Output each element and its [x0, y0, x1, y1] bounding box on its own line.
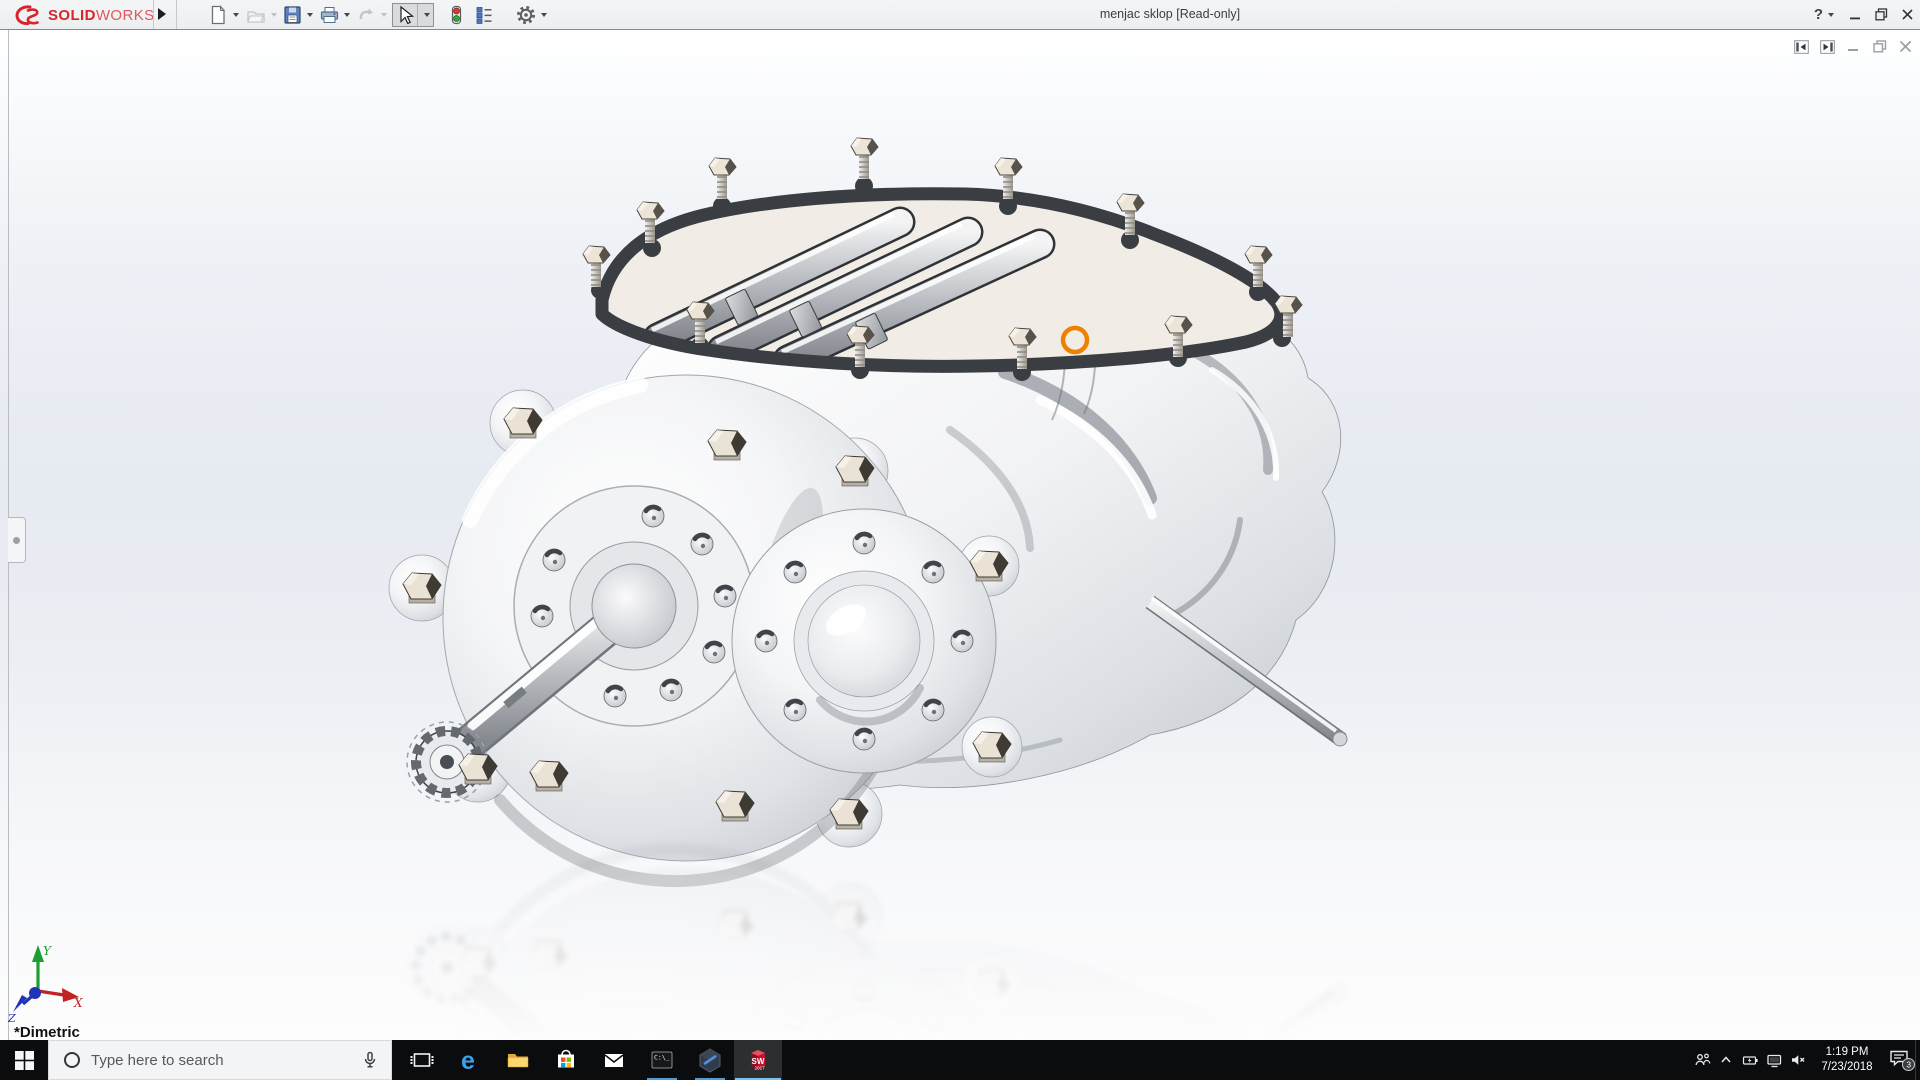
print-dropdown-caret[interactable] [344, 13, 350, 17]
feature-panel-collapsed-tab[interactable] [8, 517, 26, 563]
svg-text:3: 3 [1906, 1060, 1911, 1070]
hidden-icons-chevron[interactable] [1714, 1040, 1738, 1080]
separator [153, 0, 154, 29]
taskbar-search[interactable] [48, 1040, 392, 1080]
help-button[interactable]: ? [1806, 6, 1825, 23]
store-button[interactable] [542, 1040, 590, 1080]
document-restore-icon[interactable] [1871, 38, 1888, 55]
help-dropdown-caret[interactable] [1828, 13, 1834, 17]
save-floppy-icon[interactable] [280, 3, 304, 27]
gearbox-model[interactable] [0, 30, 1920, 1040]
brand-text: SOLIDWORKS [48, 7, 155, 24]
command-prompt-button[interactable]: C:\_ [638, 1040, 686, 1080]
hexagon-app-icon [697, 1047, 723, 1073]
graphics-area[interactable]: Y X Z *Dimetric [0, 30, 1920, 1040]
cursor-arrow-icon[interactable] [393, 3, 417, 27]
clock-date: 7/23/2018 [1810, 1060, 1884, 1075]
solidworks-app-button[interactable]: SW 2017 [734, 1040, 782, 1080]
panel-tab-dot-icon [13, 537, 20, 544]
action-center-icon: 3 [1888, 1047, 1916, 1073]
start-button[interactable] [0, 1040, 48, 1080]
close-button[interactable] [1894, 0, 1920, 29]
pane-left-icon[interactable] [1793, 38, 1810, 55]
show-desktop-button[interactable] [1915, 1040, 1920, 1080]
store-icon [553, 1047, 579, 1073]
minimize-button[interactable] [1842, 0, 1868, 29]
folder-icon [505, 1047, 531, 1073]
options-dropdown-caret[interactable] [541, 13, 547, 17]
cortana-icon [63, 1051, 81, 1069]
people-icon[interactable] [1690, 1040, 1714, 1080]
file-explorer-button[interactable] [494, 1040, 542, 1080]
restore-button[interactable] [1868, 0, 1894, 29]
title-bar: SOLIDWORKS [0, 0, 1920, 30]
solidworks-window: SOLIDWORKS [0, 0, 1920, 1080]
select-tool-pressed[interactable] [392, 3, 434, 27]
brand-works: WORKS [96, 7, 155, 24]
open-dropdown-caret [271, 13, 277, 17]
svg-text:2017: 2017 [755, 1066, 766, 1071]
undo-dropdown-caret [381, 13, 387, 17]
select-tool-button[interactable] [392, 3, 434, 27]
solidworks-logo: SOLIDWORKS [14, 3, 155, 27]
3ds-logo-icon [14, 4, 44, 26]
menu-flyout-arrow[interactable] [158, 8, 166, 20]
windows-logo-icon [15, 1051, 34, 1070]
gear-icon[interactable] [514, 3, 538, 27]
undo-button [354, 3, 387, 27]
print-button[interactable] [317, 3, 350, 27]
triad-z-label: Z [7, 1012, 16, 1023]
clock-time: 1:19 PM [1810, 1045, 1884, 1060]
search-input[interactable] [91, 1052, 361, 1069]
model-reflection [389, 849, 1347, 1040]
traffic-light-icon[interactable] [444, 3, 468, 27]
undo-arrow-icon [354, 3, 378, 27]
edge-icon: e [457, 1047, 483, 1073]
command-prompt-icon: C:\_ [649, 1047, 675, 1073]
select-dropdown-caret[interactable] [424, 13, 430, 17]
edge-button[interactable]: e [446, 1040, 494, 1080]
document-minimize-icon[interactable] [1845, 38, 1862, 55]
network-icon[interactable] [1762, 1040, 1786, 1080]
printer-icon[interactable] [317, 3, 341, 27]
svg-text:C:\_: C:\_ [654, 1054, 670, 1062]
separator [176, 0, 177, 29]
solidworks-app-icon: SW 2017 [745, 1047, 771, 1073]
select-dropdown-cell[interactable] [417, 4, 433, 26]
mail-icon [601, 1047, 627, 1073]
document-close-icon[interactable] [1897, 38, 1914, 55]
new-document-icon[interactable] [206, 3, 230, 27]
open-button[interactable] [244, 3, 277, 27]
new-document-button[interactable] [206, 3, 239, 27]
view-orientation-label: *Dimetric [14, 1024, 80, 1040]
file-properties-button[interactable] [472, 3, 496, 27]
rebuild-button[interactable] [444, 3, 468, 27]
windows-taskbar: e [0, 1040, 1920, 1080]
mail-button[interactable] [590, 1040, 638, 1080]
svg-text:e: e [461, 1047, 475, 1073]
brand-solid: SOLID [48, 7, 96, 24]
taskbar-clock[interactable]: 1:19 PM 7/23/2018 [1810, 1045, 1884, 1075]
pane-right-icon[interactable] [1819, 38, 1836, 55]
triad-y-label: Y [43, 944, 52, 958]
document-title: menjac sklop [Read-only] [1040, 0, 1300, 29]
save-button[interactable] [280, 3, 313, 27]
battery-icon[interactable] [1738, 1040, 1762, 1080]
system-tray: 1:19 PM 7/23/2018 3 [1690, 1040, 1920, 1080]
task-view-icon [409, 1047, 435, 1073]
options-button[interactable] [514, 3, 547, 27]
triad-x-label: X [73, 996, 83, 1010]
task-view-button[interactable] [398, 1040, 446, 1080]
document-window-controls [1793, 38, 1914, 55]
open-folder-icon [244, 3, 268, 27]
orientation-triad: Y X Z [2, 943, 86, 1023]
save-dropdown-caret[interactable] [307, 13, 313, 17]
properties-list-icon[interactable] [472, 3, 496, 27]
hexagon-app-button[interactable] [686, 1040, 734, 1080]
volume-muted-icon[interactable] [1786, 1040, 1810, 1080]
new-dropdown-caret[interactable] [233, 13, 239, 17]
microphone-icon[interactable] [361, 1051, 379, 1069]
taskbar-apps: e [398, 1040, 782, 1080]
